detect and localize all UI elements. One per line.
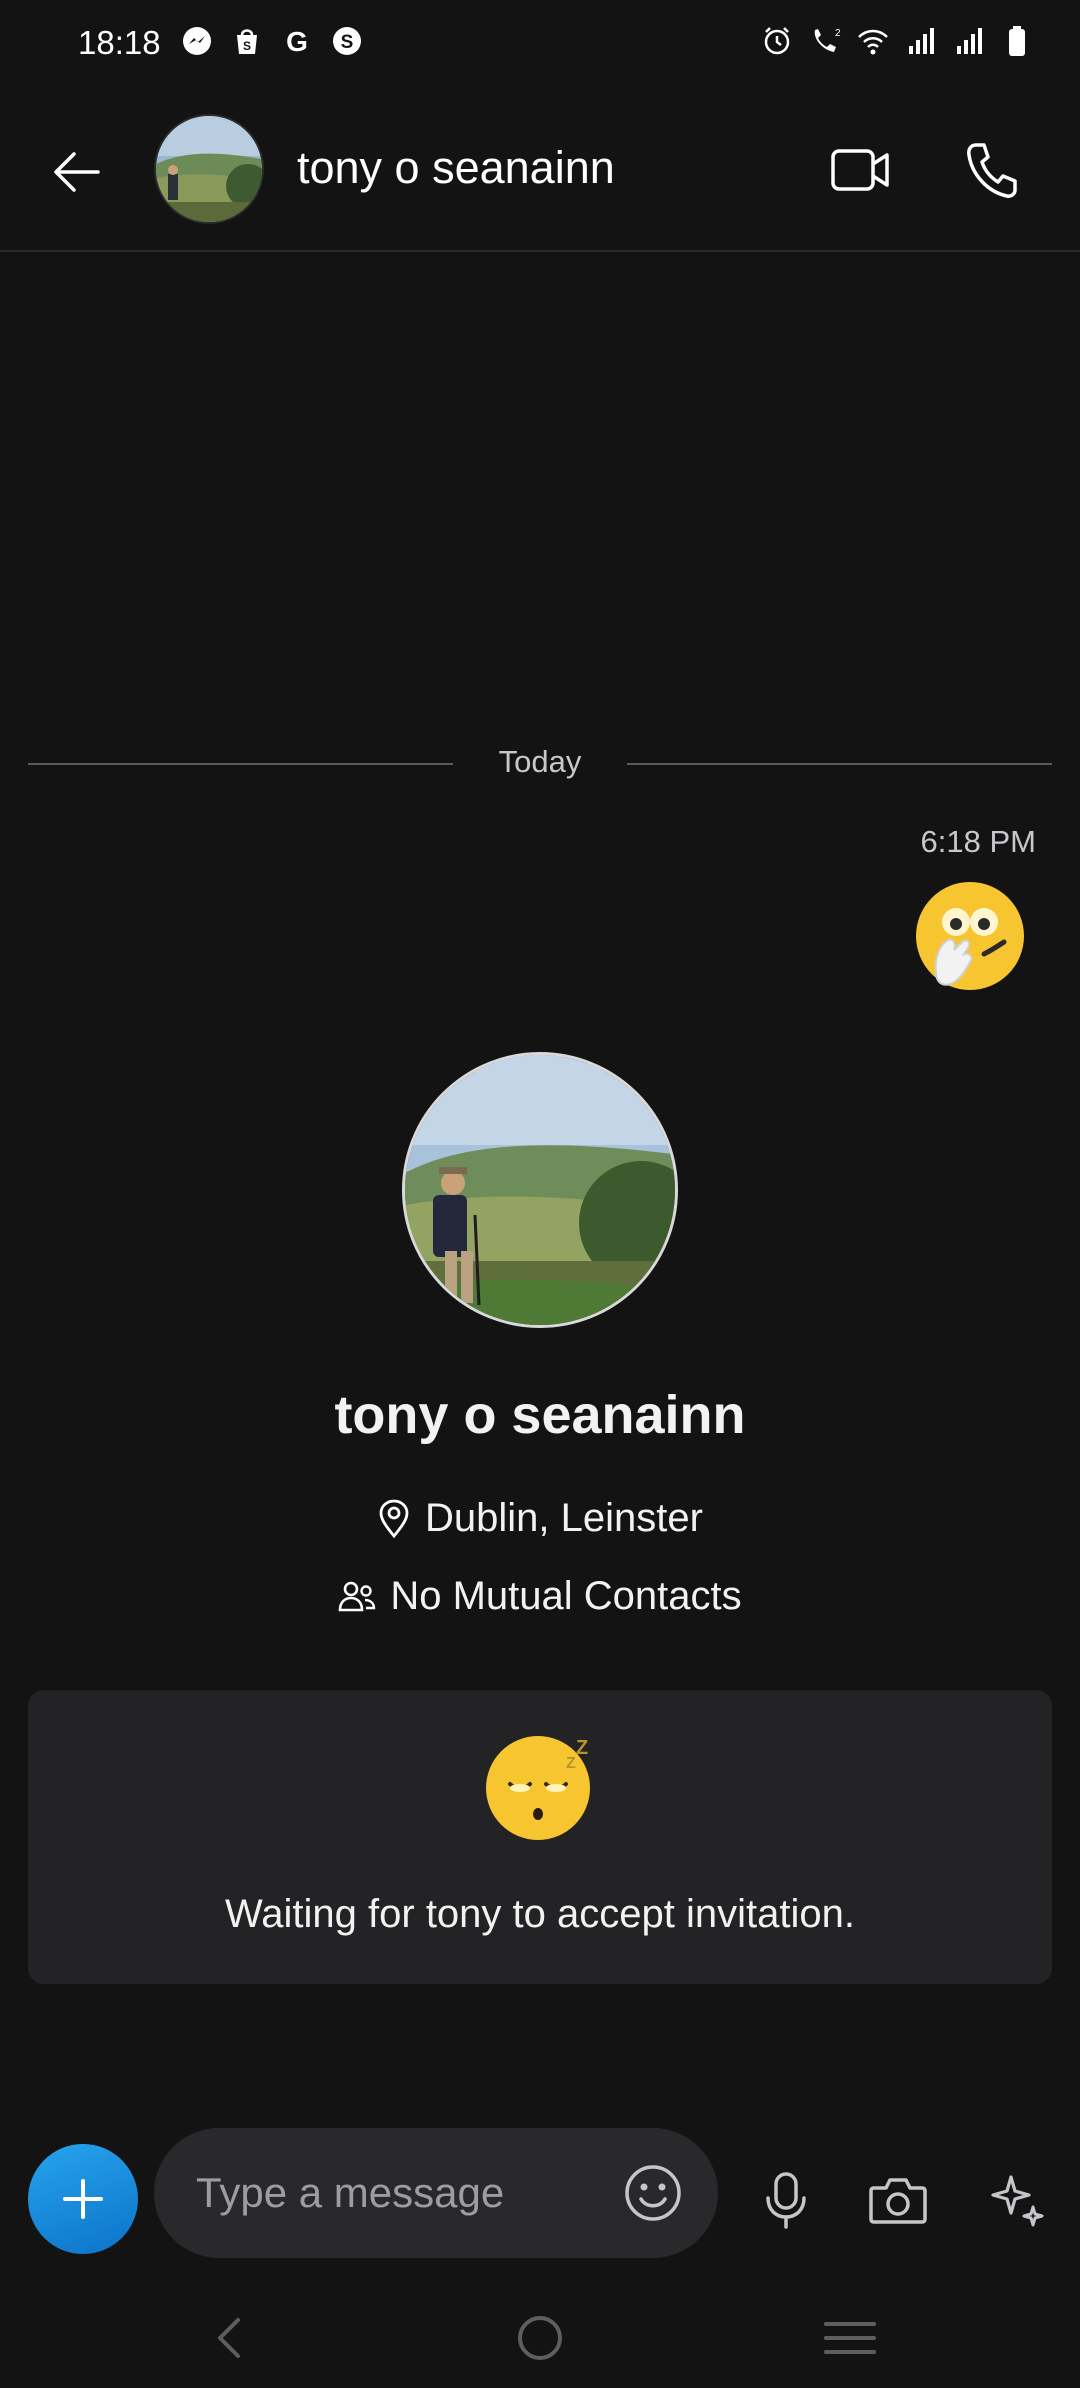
- location-pin-icon: [379, 1499, 409, 1538]
- invitation-card: Z Z Waiting for tony to accept invitatio…: [28, 1690, 1052, 1984]
- plus-icon: [63, 2179, 103, 2219]
- svg-text:G: G: [286, 26, 308, 57]
- contacts-icon: [339, 1581, 376, 1611]
- wifi-icon: [858, 29, 888, 55]
- message-input[interactable]: [196, 2160, 596, 2226]
- phone-icon: [967, 143, 1017, 198]
- signal-icon: [909, 28, 934, 54]
- alarm-icon: [764, 27, 790, 55]
- system-icons: 2: [760, 24, 1034, 58]
- chevron-left-icon: [218, 2318, 240, 2358]
- profile-location: Dublin, Leinster: [0, 1496, 1080, 1541]
- avatar-photo: [156, 116, 262, 222]
- signal-icon: [957, 28, 982, 54]
- mutual-contacts: No Mutual Contacts: [0, 1574, 1080, 1619]
- date-divider: Today: [28, 742, 1052, 786]
- mutual-contacts-text: No Mutual Contacts: [390, 1574, 742, 1618]
- svg-text:Z: Z: [576, 1737, 588, 1759]
- contact-name[interactable]: tony o seanainn: [297, 142, 615, 194]
- profile-name: tony o seanainn: [334, 1385, 746, 1445]
- svg-text:Z: Z: [566, 1755, 576, 1772]
- divider-line: [627, 763, 1052, 765]
- voice-message-button[interactable]: [750, 2160, 822, 2240]
- location-text: Dublin, Leinster: [425, 1496, 703, 1540]
- notification-icons: S G S: [180, 24, 364, 58]
- date-label: Today: [498, 744, 582, 779]
- svg-text:2: 2: [835, 28, 841, 39]
- avatar-photo: [405, 1055, 675, 1325]
- message-timestamp: 6:18 PM: [920, 824, 1036, 859]
- camera-button[interactable]: [862, 2160, 934, 2240]
- status-time: 18:18: [78, 24, 161, 61]
- nav-back-button[interactable]: [200, 2308, 260, 2368]
- nav-recents-button[interactable]: [820, 2308, 880, 2368]
- home-circle-icon: [518, 2316, 562, 2360]
- contact-avatar[interactable]: [154, 114, 264, 224]
- emoji-button[interactable]: [618, 2158, 688, 2228]
- ai-assist-button[interactable]: [982, 2160, 1054, 2240]
- shopping-bag-icon: S: [237, 29, 257, 54]
- svg-text:S: S: [341, 32, 354, 53]
- audio-call-button[interactable]: [952, 130, 1032, 210]
- hand-over-mouth-emoji[interactable]: [914, 880, 1026, 992]
- video-call-button[interactable]: [820, 130, 900, 210]
- camera-icon: [869, 2178, 927, 2224]
- svg-text:S: S: [243, 39, 251, 53]
- message-input-container: [154, 2128, 718, 2258]
- messenger-icon: [183, 27, 211, 55]
- chat-header: tony o seanainn: [0, 90, 1080, 252]
- nav-home-button[interactable]: [510, 2308, 570, 2368]
- battery-icon: [1009, 26, 1025, 56]
- sleeping-emoji: Z Z: [486, 1736, 590, 1840]
- skype-chat-screen: 18:18 S G S 2 tony o seanainn Today 6:18…: [0, 0, 1080, 2388]
- arrow-left-icon: [54, 152, 100, 192]
- recents-icon: [824, 2322, 876, 2354]
- video-camera-icon: [831, 149, 889, 191]
- smiley-icon: [625, 2165, 681, 2221]
- sparkle-icon: [991, 2175, 1044, 2227]
- back-button[interactable]: [40, 136, 112, 208]
- invitation-status-text: Waiting for tony to accept invitation.: [225, 1892, 855, 1936]
- add-button[interactable]: [28, 2144, 138, 2254]
- status-bar: 18:18 S G S 2: [0, 0, 1080, 90]
- microphone-icon: [766, 2172, 806, 2229]
- system-navigation-bar: [0, 2290, 1080, 2388]
- skype-icon: S: [333, 27, 361, 55]
- google-icon: G: [286, 26, 308, 57]
- wifi-call-icon: 2: [814, 28, 841, 52]
- profile-avatar[interactable]: [402, 1052, 678, 1328]
